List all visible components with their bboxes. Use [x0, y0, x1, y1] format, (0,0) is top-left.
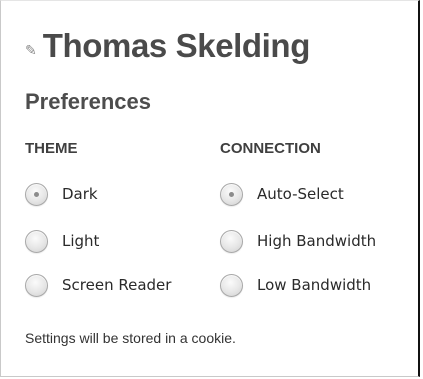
connection-heading: CONNECTION — [220, 140, 321, 157]
theme-option-light[interactable]: Light — [25, 228, 99, 254]
connection-option-auto-select[interactable]: Auto-Select — [220, 181, 344, 207]
radio-button[interactable] — [220, 229, 243, 253]
radio-button[interactable] — [25, 229, 48, 253]
option-label: High Bandwidth — [257, 232, 377, 250]
theme-option-screen-reader[interactable]: Screen Reader — [25, 272, 171, 298]
option-label: Dark — [62, 185, 98, 203]
radio-button[interactable] — [220, 182, 243, 206]
theme-option-dark[interactable]: Dark — [25, 181, 98, 207]
pencil-icon[interactable]: ✎ — [25, 43, 37, 59]
title-row: ✎ Thomas Skelding — [25, 27, 310, 65]
user-name: Thomas Skelding — [42, 27, 311, 64]
radio-button[interactable] — [25, 182, 48, 206]
section-title: Preferences — [25, 89, 151, 114]
option-label: Light — [62, 232, 100, 250]
radio-button[interactable] — [220, 273, 243, 297]
connection-option-high-bandwidth[interactable]: High Bandwidth — [220, 228, 376, 254]
theme-heading: THEME — [25, 140, 78, 157]
option-label: Screen Reader — [62, 276, 172, 294]
option-label: Auto-Select — [257, 185, 344, 203]
radio-button[interactable] — [25, 273, 48, 297]
preferences-panel: ✎ Thomas Skelding Preferences THEME CONN… — [0, 0, 420, 377]
option-label: Low Bandwidth — [257, 276, 372, 294]
connection-option-low-bandwidth[interactable]: Low Bandwidth — [220, 272, 371, 298]
cookie-note: Settings will be stored in a cookie. — [25, 330, 236, 346]
